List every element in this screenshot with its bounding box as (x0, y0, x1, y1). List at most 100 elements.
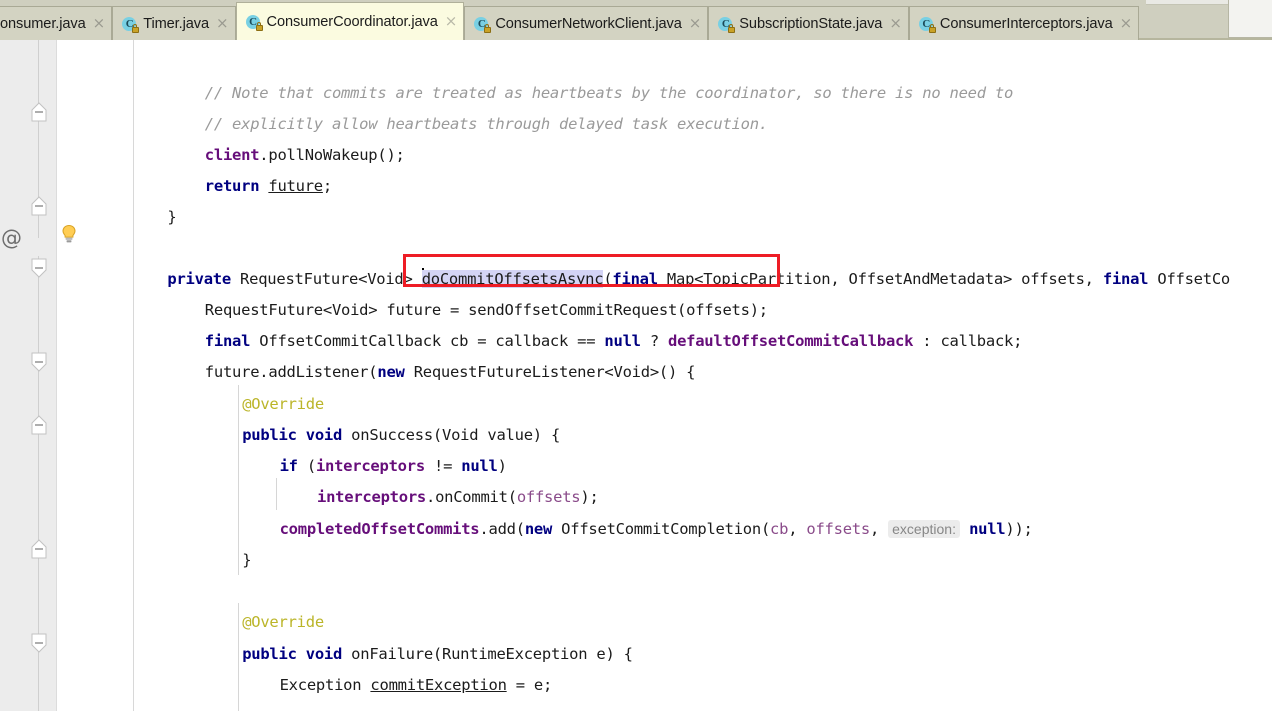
code-token: null (461, 457, 498, 475)
code-token: new (524, 520, 562, 538)
code-token: .onCommit( (425, 488, 517, 506)
code-token: OffsetCommitCallback cb = callback == (259, 332, 605, 350)
editor-tab-3[interactable]: C ConsumerNetworkClient.java × (464, 6, 709, 40)
code-token: future.addListener( (204, 363, 378, 381)
line-commit-exception[interactable]: Exception commitException = e; (279, 670, 553, 701)
code-token: Exception (279, 676, 371, 694)
code-token: return (204, 177, 269, 195)
code-token: client (204, 146, 260, 164)
line-completed-offset-commits[interactable]: completedOffsetCommits.add(new OffsetCom… (280, 514, 1033, 545)
editor-tab-1[interactable]: C Timer.java × (112, 6, 236, 40)
line-return-future[interactable]: return future; (205, 171, 332, 202)
java-class-icon: C (122, 16, 140, 33)
line-add-listener[interactable]: future.addListener(new RequestFutureList… (204, 357, 696, 388)
code-token: final (204, 332, 260, 350)
code-token: doCommitOffsetsAsync (421, 270, 604, 288)
editor-annotation-gutter[interactable] (0, 40, 24, 711)
code-token: public void (242, 426, 352, 444)
tab-close-icon[interactable]: × (216, 16, 229, 31)
code-token: @Override (242, 613, 324, 631)
tab-bar-overflow-area[interactable] (1228, 0, 1272, 38)
tab-label: ConsumerNetworkClient.java (495, 15, 682, 32)
line-callback-ternary[interactable]: final OffsetCommitCallback cb = callback… (204, 326, 1023, 357)
code-token: onFailure(RuntimeException e) { (351, 645, 633, 663)
editor-tab-5[interactable]: C ConsumerInterceptors.java × (908, 6, 1140, 40)
code-token: null (604, 332, 641, 350)
editor-tab-0[interactable]: onsumer.java × (0, 6, 113, 40)
fold-marker-down[interactable] (31, 633, 47, 653)
lightbulb-icon[interactable] (60, 224, 78, 244)
code-token: offsets (516, 488, 581, 506)
editor-tab-4[interactable]: C SubscriptionState.java × (708, 6, 909, 40)
line-comment-2[interactable]: // explicitly allow heartbeats through d… (205, 109, 768, 140)
line-on-success[interactable]: public void onSuccess(Void value) { (242, 420, 560, 451)
line-poll[interactable]: client.pollNoWakeup(); (205, 140, 405, 171)
line-on-commit[interactable]: interceptors.onCommit(offsets); (317, 482, 599, 513)
code-token: != (424, 457, 462, 475)
tab-label: ConsumerInterceptors.java (939, 15, 1113, 32)
code-token: future (268, 177, 323, 195)
code-token: interceptors (317, 488, 426, 506)
code-token: public void (242, 645, 352, 663)
tab-close-icon[interactable]: × (1120, 16, 1133, 31)
code-token: if (279, 457, 307, 475)
code-token: completedOffsetCommits (279, 520, 480, 538)
code-token: ) (497, 457, 507, 475)
tab-close-icon[interactable]: × (689, 16, 702, 31)
line-if-interceptors[interactable]: if (interceptors != null) (280, 451, 507, 482)
tab-close-icon[interactable]: × (445, 14, 458, 29)
code-token: // explicitly allow heartbeats through d… (204, 115, 768, 133)
code-token: final (1102, 270, 1158, 288)
line-method-signature[interactable]: private RequestFuture<Void> doCommitOffs… (167, 264, 1230, 295)
fold-marker-up[interactable] (31, 102, 47, 122)
java-class-icon: C (474, 16, 492, 33)
ide-window: onsumer.java × C Timer.java × C ConsumerCoordi… (0, 0, 1272, 711)
code-token: @Override (242, 395, 324, 413)
fold-marker-up[interactable] (31, 415, 47, 435)
code-token: RequestFutureListener<Void>() { (413, 363, 696, 381)
tab-close-icon[interactable]: × (889, 16, 902, 31)
code-editor[interactable]: // Note that commits are treated as hear… (0, 40, 1272, 711)
override-marker-icon[interactable]: @ (1, 228, 22, 249)
code-token: // Note that commits are treated as hear… (204, 84, 1014, 102)
code-token: , (788, 520, 807, 538)
code-token: } (167, 208, 177, 226)
fold-marker-up[interactable] (31, 539, 47, 559)
code-token: exception: (888, 520, 960, 538)
line-send-offset-commit[interactable]: RequestFuture<Void> future = sendOffsetC… (205, 295, 768, 326)
code-token: ? (640, 332, 668, 350)
code-token: ; (322, 177, 332, 195)
code-token: .add( (479, 520, 525, 538)
tab-label: SubscriptionState.java (739, 15, 883, 32)
fold-marker-down[interactable] (31, 352, 47, 372)
editor-tab-bar: onsumer.java × C Timer.java × C ConsumerCoordi… (0, 0, 1272, 40)
code-content[interactable]: // Note that commits are treated as hear… (56, 40, 1272, 711)
tab-label: onsumer.java (0, 15, 86, 32)
code-token: interceptors (315, 457, 425, 475)
code-token: OffsetCommitCompletion( (561, 520, 771, 538)
java-class-icon: C (918, 16, 936, 33)
line-on-failure[interactable]: public void onFailure(RuntimeException e… (242, 639, 633, 670)
code-token: OffsetCo (1157, 270, 1231, 288)
editor-tab-2[interactable]: C ConsumerCoordinator.java × (235, 2, 465, 40)
line-override-2[interactable]: @Override (242, 607, 324, 638)
fold-marker-up[interactable] (31, 196, 47, 216)
code-token: ( (306, 457, 316, 475)
code-token: null (969, 520, 1006, 538)
line-close-onsuccess[interactable]: } (242, 545, 251, 576)
line-close-brace[interactable]: } (167, 202, 176, 233)
code-token: (); (377, 146, 405, 164)
fold-marker-down[interactable] (31, 258, 47, 278)
line-override-1[interactable]: @Override (242, 389, 324, 420)
code-token: } (242, 551, 252, 569)
indent-guide-2 (275, 478, 277, 510)
code-token: new (377, 363, 414, 381)
code-token: : callback; (913, 332, 1023, 350)
editor-fold-gutter[interactable] (24, 40, 56, 711)
code-token: RequestFuture<Void> future = sendOffsetC… (204, 301, 768, 319)
tab-close-icon[interactable]: × (93, 16, 106, 31)
line-comment-1[interactable]: // Note that commits are treated as hear… (204, 78, 1014, 109)
code-token: final (612, 270, 667, 288)
indent-guide-1 (238, 603, 240, 711)
